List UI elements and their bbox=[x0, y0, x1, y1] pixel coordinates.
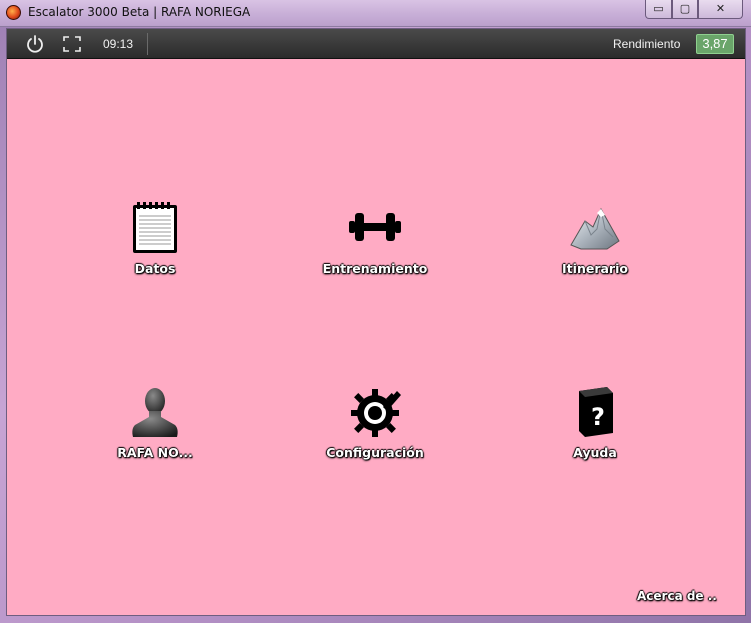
toolbar: 09:13 Rendimiento 3,87 bbox=[7, 29, 745, 59]
app-logo-icon bbox=[6, 5, 21, 20]
svg-text:?: ? bbox=[591, 403, 605, 431]
help-book-icon: ? bbox=[579, 387, 613, 437]
clock: 09:13 bbox=[103, 37, 134, 51]
notepad-icon bbox=[133, 202, 177, 253]
app-content: 09:13 Rendimiento 3,87 Datos Entrenamien… bbox=[6, 28, 746, 616]
tile-configuracion[interactable]: Configuración bbox=[305, 383, 445, 473]
toolbar-divider bbox=[147, 33, 148, 55]
window-title: Escalator 3000 Beta | RAFA NORIEGA bbox=[28, 5, 251, 19]
fullscreen-icon[interactable] bbox=[62, 34, 82, 54]
tile-usuario-label: RAFA NO... bbox=[117, 445, 193, 460]
tile-datos-label: Datos bbox=[134, 261, 176, 276]
tile-ayuda-label: Ayuda bbox=[573, 445, 617, 460]
rendimiento-label: Rendimiento bbox=[613, 37, 681, 51]
tile-configuracion-label: Configuración bbox=[326, 445, 424, 460]
tile-datos[interactable]: Datos bbox=[85, 199, 225, 289]
tile-entrenamiento[interactable]: Entrenamiento bbox=[305, 199, 445, 289]
tile-usuario[interactable]: RAFA NO... bbox=[85, 383, 225, 473]
about-link[interactable]: Acerca de .. bbox=[637, 589, 717, 603]
power-icon[interactable] bbox=[25, 34, 45, 54]
tile-ayuda[interactable]: ? Ayuda bbox=[525, 383, 665, 473]
user-icon bbox=[132, 388, 178, 437]
rendimiento-value-badge: 3,87 bbox=[696, 34, 734, 54]
close-button[interactable]: ✕ bbox=[698, 0, 743, 19]
gear-icon bbox=[351, 389, 401, 437]
tile-itinerario[interactable]: Itinerario bbox=[525, 199, 665, 289]
tile-itinerario-label: Itinerario bbox=[562, 261, 628, 276]
dumbbell-icon bbox=[349, 213, 401, 241]
minimize-button[interactable]: ▭ bbox=[645, 0, 672, 19]
tile-entrenamiento-label: Entrenamiento bbox=[322, 261, 428, 276]
maximize-button[interactable]: ▢ bbox=[672, 0, 698, 19]
mountain-icon bbox=[570, 207, 620, 250]
window-titlebar: Escalator 3000 Beta | RAFA NORIEGA ▭ ▢ ✕ bbox=[0, 0, 751, 27]
